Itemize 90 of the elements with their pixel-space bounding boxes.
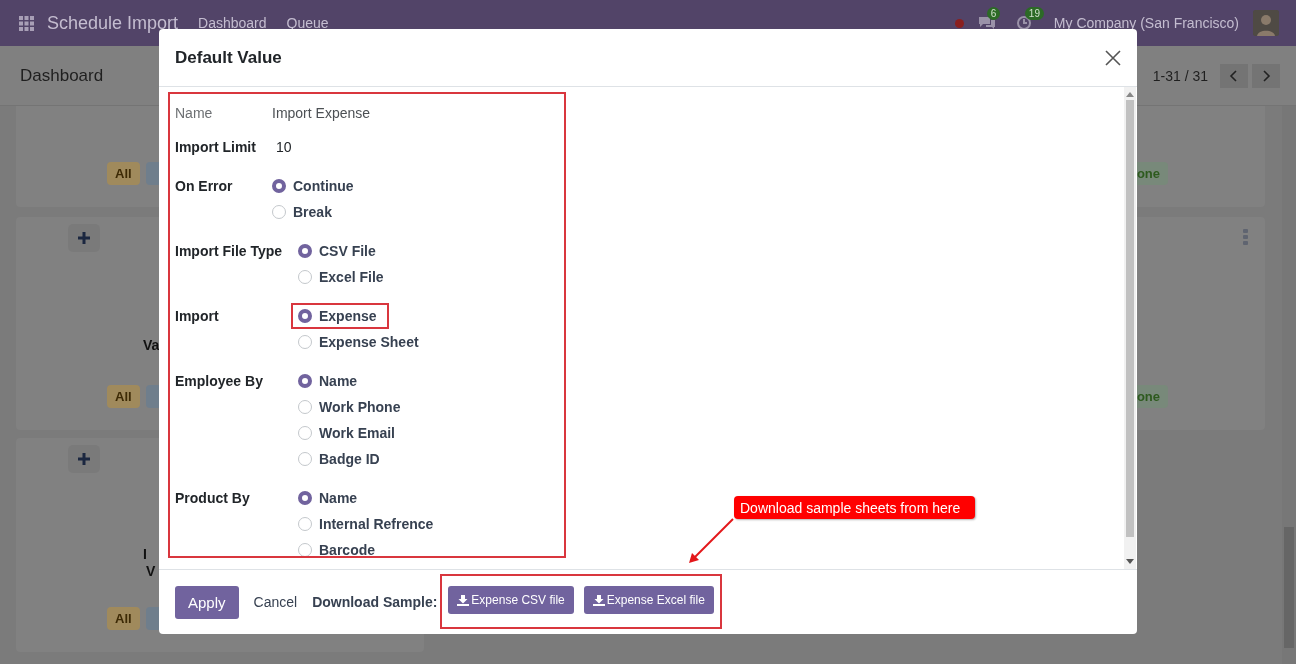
- radio-option[interactable]: CSV File: [291, 238, 383, 264]
- breadcrumb[interactable]: Dashboard: [20, 65, 104, 86]
- option-label: Work Phone: [319, 399, 401, 415]
- tag: All: [107, 162, 140, 185]
- option-label: Expense Sheet: [319, 334, 419, 350]
- radio-button[interactable]: [272, 179, 286, 193]
- download-button[interactable]: Expense CSV file: [448, 586, 574, 614]
- annotation-callout: Download sample sheets from here: [734, 496, 975, 519]
- radio-option[interactable]: Name: [291, 368, 365, 394]
- field-label: Import Limit: [175, 138, 257, 157]
- radio-option[interactable]: Name: [291, 485, 365, 511]
- more-options-icon[interactable]: [1243, 229, 1248, 245]
- option-label: Name: [319, 490, 358, 506]
- plus-icon: [78, 232, 90, 244]
- add-button[interactable]: [68, 445, 100, 473]
- apps-grid-icon[interactable]: [19, 15, 34, 31]
- clock-icon[interactable]: [1015, 15, 1032, 31]
- pager-value: 1-31 / 31: [1152, 67, 1208, 84]
- field-value: Import Expense: [272, 104, 371, 123]
- avatar-icon[interactable]: [1253, 10, 1279, 36]
- message-count-badge: 6: [986, 7, 1001, 20]
- tag: All: [107, 607, 140, 630]
- field-label: Import File Type: [175, 242, 284, 261]
- close-button[interactable]: [1105, 49, 1121, 66]
- radio-button[interactable]: [298, 426, 312, 440]
- chevron-right-icon: [1261, 69, 1271, 82]
- download-icon: [457, 594, 470, 606]
- option-label: Badge ID: [319, 451, 380, 467]
- radio-button[interactable]: [298, 270, 312, 284]
- field-label: Product By: [175, 489, 251, 508]
- chevron-left-icon: [1229, 69, 1239, 82]
- menu-item[interactable]: Queue: [286, 15, 329, 31]
- chat-icon[interactable]: [977, 15, 996, 31]
- field-label: Employee By: [175, 372, 264, 391]
- radio-button[interactable]: [298, 452, 312, 466]
- radio-button[interactable]: [298, 543, 312, 556]
- download-icon: [592, 594, 605, 606]
- add-button[interactable]: [68, 224, 100, 252]
- radio-option[interactable]: Break: [265, 199, 339, 225]
- option-label: Work Email: [319, 425, 395, 441]
- card-title: V: [146, 563, 156, 580]
- card-title: Va: [143, 337, 160, 354]
- option-label: CSV File: [319, 243, 376, 259]
- radio-button[interactable]: [272, 205, 286, 219]
- option-label: Barcode: [319, 542, 376, 556]
- app-title: Schedule Import: [47, 12, 179, 34]
- radio-option[interactable]: Barcode: [291, 537, 383, 556]
- option-label: Break: [293, 204, 332, 220]
- radio-button[interactable]: [298, 517, 312, 531]
- option-label: Internal Refrence: [319, 516, 434, 532]
- scroll-down-icon[interactable]: [1126, 559, 1134, 565]
- radio-option[interactable]: Excel File: [291, 264, 391, 290]
- field-label: Name: [175, 104, 214, 123]
- radio-option[interactable]: Badge ID: [291, 446, 387, 472]
- dialog-title: Default Value: [175, 47, 282, 68]
- previous-button[interactable]: [1220, 63, 1248, 88]
- radio-button[interactable]: [298, 374, 312, 388]
- card-title: I: [143, 546, 147, 563]
- radio-button[interactable]: [298, 309, 312, 323]
- radio-option[interactable]: Expense Sheet: [291, 329, 426, 355]
- option-label: Excel File: [319, 269, 384, 285]
- radio-button[interactable]: [298, 400, 312, 414]
- download-label: Download Sample:: [312, 594, 438, 610]
- option-label: Name: [319, 373, 358, 389]
- next-button[interactable]: [1252, 63, 1280, 88]
- activity-count-badge: 19: [1024, 7, 1044, 20]
- option-label: Expense: [319, 308, 377, 324]
- field-label: On Error: [175, 177, 234, 196]
- annotation-arrow: [686, 518, 736, 566]
- radio-option[interactable]: Work Phone: [291, 394, 408, 420]
- radio-option[interactable]: Work Email: [291, 420, 402, 446]
- plus-icon: [78, 453, 90, 465]
- record-dot-icon[interactable]: [954, 18, 964, 28]
- cancel-button[interactable]: Cancel: [253, 594, 298, 610]
- tag: All: [107, 385, 140, 408]
- apply-button[interactable]: Apply: [175, 585, 239, 619]
- field-label: Import: [175, 307, 220, 326]
- scrollbar[interactable]: [1282, 106, 1296, 664]
- radio-option[interactable]: Internal Refrence: [291, 511, 441, 537]
- close-icon: [1105, 49, 1121, 66]
- download-button[interactable]: Expense Excel file: [583, 586, 714, 614]
- field-value: 10: [275, 138, 292, 157]
- radio-option[interactable]: Continue: [265, 173, 361, 199]
- radio-button[interactable]: [298, 244, 312, 258]
- option-label: Continue: [293, 178, 354, 194]
- radio-button[interactable]: [298, 335, 312, 349]
- scroll-up-icon[interactable]: [1126, 91, 1134, 97]
- radio-button[interactable]: [298, 491, 312, 505]
- menu-item[interactable]: Dashboard: [198, 15, 267, 31]
- scrollbar[interactable]: [1124, 87, 1136, 569]
